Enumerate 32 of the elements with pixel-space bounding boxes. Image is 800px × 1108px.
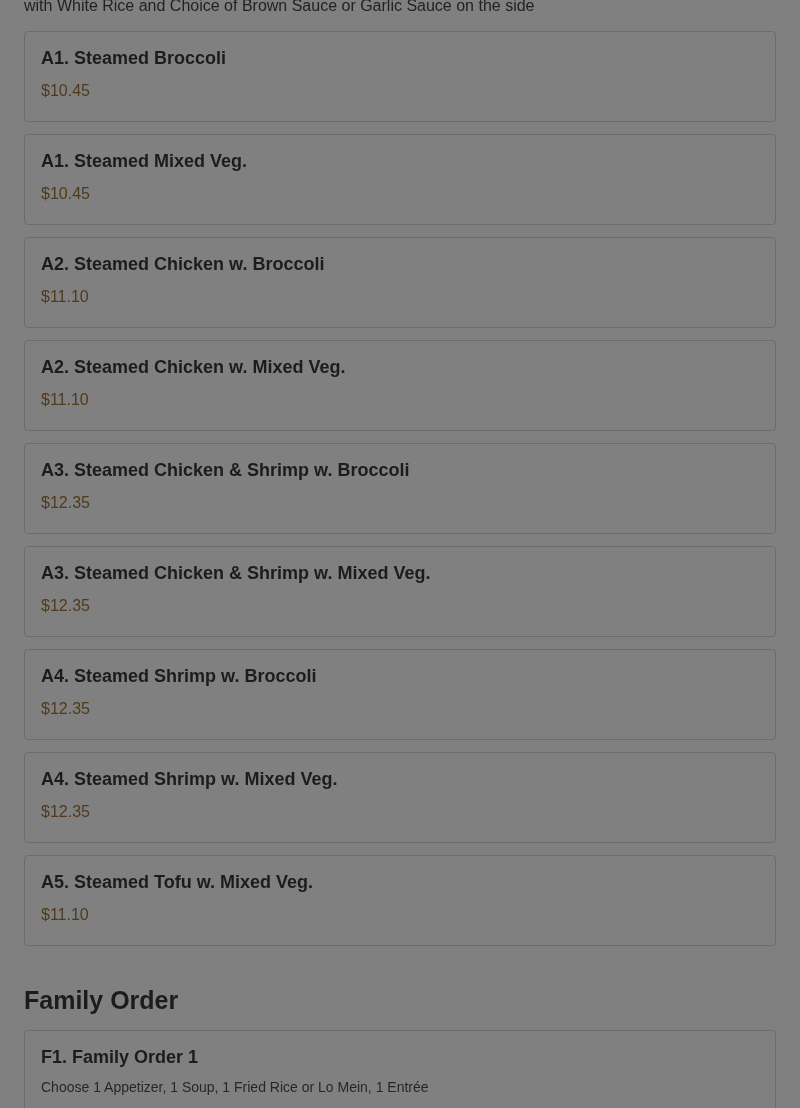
item-price: $11.10: [41, 390, 89, 410]
item-price: $10.45: [41, 81, 90, 101]
item-price: $10.45: [41, 184, 90, 204]
item-name: A2. Steamed Chicken w. Broccoli: [41, 253, 325, 276]
item-name: A1. Steamed Broccoli: [41, 47, 227, 70]
item-name: A4. Steamed Shrimp w. Broccoli: [41, 665, 317, 688]
item-name: A2. Steamed Chicken w. Mixed Veg.: [41, 356, 346, 379]
menu-item-card[interactable]: A3. Steamed Chicken & Shrimp w. Mixed Veg. $12.35: [24, 546, 776, 637]
item-price: $11.10: [41, 905, 89, 925]
item-price: $12.35: [41, 596, 90, 616]
menu-item-card[interactable]: A1. Steamed Broccoli $10.45: [24, 31, 776, 122]
item-price: $12.35: [41, 493, 90, 513]
item-name: A1. Steamed Mixed Veg.: [41, 150, 248, 173]
item-name: F1. Family Order 1: [41, 1046, 199, 1069]
section-title: Family Order: [24, 985, 180, 1016]
item-name: A3. Steamed Chicken & Shrimp w. Broccoli: [41, 459, 410, 482]
menu-item-card[interactable]: A5. Steamed Tofu w. Mixed Veg. $11.10: [24, 855, 776, 946]
menu-item-card[interactable]: A1. Steamed Mixed Veg. $10.45: [24, 134, 776, 225]
menu-item-card[interactable]: A2. Steamed Chicken w. Mixed Veg. $11.10: [24, 340, 776, 431]
item-price: $12.35: [41, 802, 90, 822]
menu-item-card[interactable]: A4. Steamed Shrimp w. Broccoli $12.35: [24, 649, 776, 740]
item-price: $11.10: [41, 287, 89, 307]
section-description: with White Rice and Choice of Brown Sauce or Garlic Sauce on the side: [24, 0, 536, 16]
item-price: $12.35: [41, 699, 90, 719]
item-name: A3. Steamed Chicken & Shrimp w. Mixed Veg.: [41, 562, 431, 585]
item-name: A5. Steamed Tofu w. Mixed Veg.: [41, 871, 314, 894]
menu-item-card[interactable]: A3. Steamed Chicken & Shrimp w. Broccoli $12.35: [24, 443, 776, 534]
item-description: Choose 1 Appetizer, 1 Soup, 1 Fried Rice or Lo Mein, 1 Entrée: [41, 1078, 429, 1096]
menu-item-card[interactable]: A2. Steamed Chicken w. Broccoli $11.10: [24, 237, 776, 328]
menu-item-card[interactable]: F1. Family Order 1 Choose 1 Appetizer, 1 Soup, 1 Fried Rice or Lo Mein, 1 Entrée: [24, 1030, 776, 1108]
item-name: A4. Steamed Shrimp w. Mixed Veg.: [41, 768, 338, 791]
menu-item-card[interactable]: A4. Steamed Shrimp w. Mixed Veg. $12.35: [24, 752, 776, 843]
